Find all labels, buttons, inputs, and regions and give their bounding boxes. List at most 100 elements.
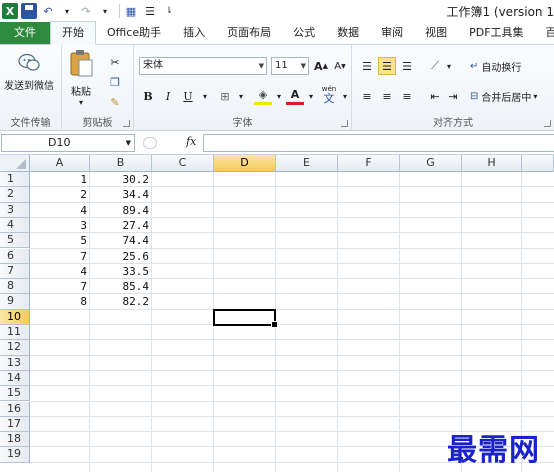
- column-header-e[interactable]: E: [276, 155, 338, 172]
- row-header-17[interactable]: 17: [0, 416, 30, 433]
- row-header-6[interactable]: 6: [0, 248, 30, 264]
- underline-button[interactable]: U: [179, 87, 197, 105]
- border-dropdown-icon[interactable]: ▾: [232, 87, 250, 105]
- cell-b7[interactable]: 33.5: [90, 264, 152, 279]
- cell-a1[interactable]: 1: [30, 172, 90, 187]
- row-header-10[interactable]: 10: [0, 309, 30, 325]
- row-header-5[interactable]: 5: [0, 233, 30, 249]
- cell-b3[interactable]: 89.4: [90, 203, 152, 218]
- tab-file[interactable]: 文件: [0, 22, 50, 44]
- column-header-b[interactable]: B: [90, 155, 152, 172]
- name-box[interactable]: D10 ▼: [1, 134, 135, 152]
- row-header-12[interactable]: 12: [0, 340, 30, 356]
- row-header-2[interactable]: 2: [0, 187, 30, 203]
- tab-data[interactable]: 数据: [326, 22, 370, 44]
- row-header-1[interactable]: 1: [0, 172, 30, 188]
- row-header-18[interactable]: 18: [0, 432, 30, 448]
- cell-b6[interactable]: 25.6: [90, 249, 152, 264]
- tab-view[interactable]: 视图: [414, 22, 458, 44]
- select-all-corner[interactable]: [0, 155, 30, 172]
- column-header-f[interactable]: F: [338, 155, 400, 172]
- align-top-icon[interactable]: ☰: [358, 57, 376, 75]
- cell-a9[interactable]: 8: [30, 294, 90, 309]
- cell-b2[interactable]: 34.4: [90, 187, 152, 202]
- row-header-3[interactable]: 3: [0, 202, 30, 218]
- wrap-text-button[interactable]: ↵ 自动换行: [470, 59, 521, 74]
- undo-dropdown-icon[interactable]: ▾: [59, 3, 75, 19]
- cell-b5[interactable]: 74.4: [90, 233, 152, 248]
- merge-center-button[interactable]: ⊟ 合并后居中 ▾: [470, 89, 537, 104]
- increase-indent-icon[interactable]: ⇥: [444, 87, 462, 105]
- font-name-select[interactable]: 宋体 ▼: [139, 57, 267, 75]
- send-to-wechat-button[interactable]: 发送到微信: [4, 51, 54, 92]
- paste-button[interactable]: 粘贴 ▾: [68, 49, 94, 107]
- tab-page-layout[interactable]: 页面布局: [216, 22, 282, 44]
- form-icon[interactable]: ▦: [123, 3, 139, 19]
- bold-button[interactable]: B: [139, 87, 157, 105]
- row-header-13[interactable]: 13: [0, 355, 30, 371]
- insert-function-icon[interactable]: fx: [186, 135, 196, 148]
- tab-insert[interactable]: 插入: [172, 22, 216, 44]
- row-header-14[interactable]: 14: [0, 370, 30, 387]
- font-launcher-icon[interactable]: [341, 120, 348, 127]
- cell-a6[interactable]: 7: [30, 249, 90, 264]
- column-header-h[interactable]: H: [462, 155, 522, 172]
- cell-a3[interactable]: 4: [30, 203, 90, 218]
- format-painter-icon[interactable]: ✎: [106, 93, 124, 111]
- customize-qa-icon[interactable]: ⇂: [161, 3, 177, 19]
- cell-a5[interactable]: 5: [30, 233, 90, 248]
- align-bottom-icon[interactable]: ☰: [398, 57, 416, 75]
- menu-icon[interactable]: ☰: [142, 3, 158, 19]
- tab-formulas[interactable]: 公式: [282, 22, 326, 44]
- column-header-c[interactable]: C: [152, 155, 214, 172]
- column-header-g[interactable]: G: [400, 155, 462, 172]
- formula-input[interactable]: [203, 134, 554, 152]
- save-icon[interactable]: [21, 3, 37, 19]
- formula-bar-expand-icon[interactable]: [143, 137, 157, 149]
- column-header-d[interactable]: D: [214, 155, 276, 172]
- excel-logo-icon[interactable]: X: [2, 3, 18, 19]
- underline-dropdown-icon[interactable]: ▾: [196, 87, 214, 105]
- align-right-icon[interactable]: ≡: [398, 87, 416, 105]
- cut-icon[interactable]: ✂: [106, 53, 124, 71]
- align-center-icon[interactable]: ≡: [378, 87, 396, 105]
- cell-a4[interactable]: 3: [30, 218, 90, 233]
- paste-dropdown-icon[interactable]: ▾: [79, 98, 83, 107]
- row-header-11[interactable]: 11: [0, 325, 30, 341]
- tab-home[interactable]: 开始: [50, 21, 96, 45]
- decrease-indent-icon[interactable]: ⇤: [426, 87, 444, 105]
- row-header-4[interactable]: 4: [0, 217, 30, 234]
- tab-more[interactable]: 百: [535, 22, 554, 44]
- clipboard-launcher-icon[interactable]: [123, 120, 130, 127]
- row-header-19[interactable]: 19: [0, 447, 30, 463]
- row-header-15[interactable]: 15: [0, 386, 30, 402]
- row-header-8[interactable]: 8: [0, 279, 30, 295]
- orientation-dropdown-icon[interactable]: ▾: [440, 57, 458, 75]
- shrink-font-button[interactable]: A ▼: [331, 57, 349, 75]
- tab-review[interactable]: 审阅: [370, 22, 414, 44]
- cell-a8[interactable]: 7: [30, 279, 90, 294]
- cell-b4[interactable]: 27.4: [90, 218, 152, 233]
- active-cell[interactable]: [213, 308, 278, 329]
- redo-icon[interactable]: ↷: [78, 3, 94, 19]
- cell-a7[interactable]: 4: [30, 264, 90, 279]
- font-size-select[interactable]: 11 ▼: [271, 57, 309, 75]
- chevron-down-icon[interactable]: ▾: [533, 92, 537, 101]
- column-header-a[interactable]: A: [30, 155, 90, 172]
- chevron-down-icon[interactable]: ▼: [126, 135, 131, 151]
- italic-button[interactable]: I: [159, 87, 177, 105]
- copy-icon[interactable]: ❐: [106, 73, 124, 91]
- redo-dropdown-icon[interactable]: ▾: [97, 3, 113, 19]
- grow-font-button[interactable]: A ▲: [312, 57, 330, 75]
- align-middle-icon[interactable]: ☰: [378, 57, 396, 75]
- alignment-launcher-icon[interactable]: [544, 120, 551, 127]
- tab-pdf-tools[interactable]: PDF工具集: [458, 22, 534, 44]
- align-left-icon[interactable]: ≡: [358, 87, 376, 105]
- undo-icon[interactable]: ↶: [40, 3, 56, 19]
- cell-b1[interactable]: 30.2: [90, 172, 152, 187]
- cell-b8[interactable]: 85.4: [90, 279, 152, 294]
- row-header-9[interactable]: 9: [0, 294, 30, 310]
- cell-b9[interactable]: 82.2: [90, 294, 152, 309]
- row-header-16[interactable]: 16: [0, 401, 30, 417]
- cell-a2[interactable]: 2: [30, 187, 90, 202]
